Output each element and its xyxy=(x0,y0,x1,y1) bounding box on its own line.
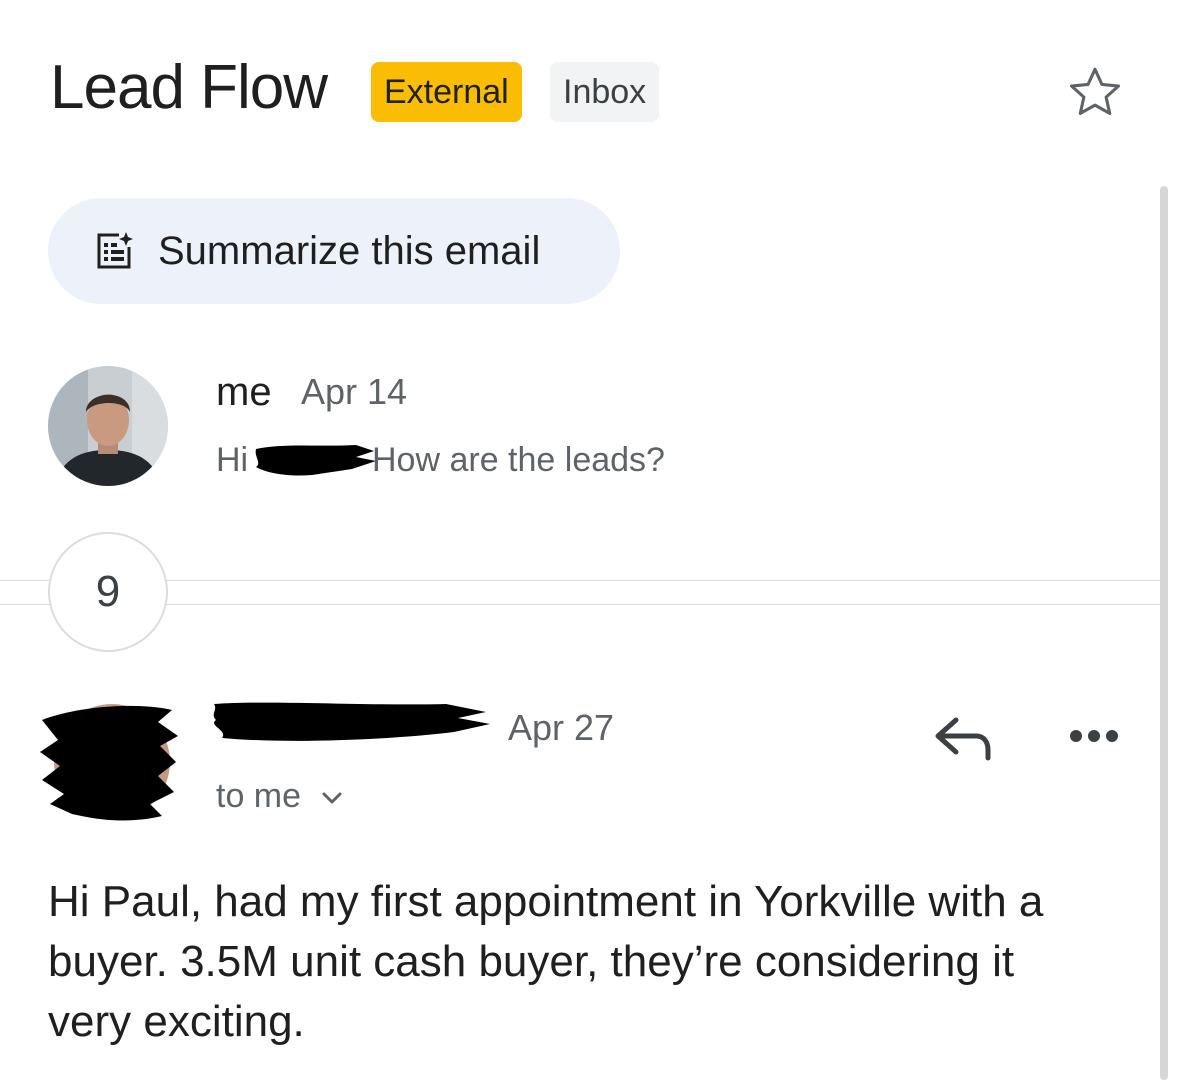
summarize-label: Summarize this email xyxy=(158,229,541,273)
scrollbar[interactable] xyxy=(1160,186,1168,1080)
more-horizontal-icon xyxy=(1070,730,1118,742)
label-external[interactable]: External xyxy=(371,62,522,122)
redacted-avatar xyxy=(40,704,178,821)
divider xyxy=(0,604,1160,605)
summarize-spark-icon xyxy=(97,232,133,269)
snippet-body: How are the leads? xyxy=(372,441,665,479)
star-button[interactable] xyxy=(1064,62,1126,124)
sender-name: me xyxy=(216,370,272,414)
divider xyxy=(0,580,1160,581)
label-inbox[interactable]: Inbox xyxy=(550,62,660,122)
snippet-greeting: Hi xyxy=(216,441,249,479)
thread-subject: Lead Flow xyxy=(50,53,328,122)
message-date: Apr 27 xyxy=(508,707,615,748)
avatar[interactable] xyxy=(38,700,180,824)
more-options-button[interactable] xyxy=(1064,718,1124,754)
star-outline-icon xyxy=(1069,67,1121,115)
collapsed-messages-count[interactable]: 9 xyxy=(48,532,168,652)
chevron-down-icon xyxy=(322,792,341,804)
avatar-photo xyxy=(48,366,168,486)
email-thread-view: Lead Flow External Inbox Summarize this … xyxy=(0,0,1179,1090)
reply-button[interactable] xyxy=(930,710,996,764)
message-body: Hi Paul, had my first appointment in Yor… xyxy=(48,877,1044,1046)
recipients-toggle[interactable]: to me xyxy=(216,774,343,818)
summarize-email-button[interactable]: Summarize this email xyxy=(48,198,620,304)
avatar[interactable] xyxy=(48,366,168,486)
redacted-sender-name xyxy=(213,702,490,741)
redaction-mark xyxy=(255,445,376,476)
recipients-label: to me xyxy=(216,777,302,815)
message-date: Apr 14 xyxy=(301,371,408,412)
reply-icon xyxy=(935,717,991,761)
